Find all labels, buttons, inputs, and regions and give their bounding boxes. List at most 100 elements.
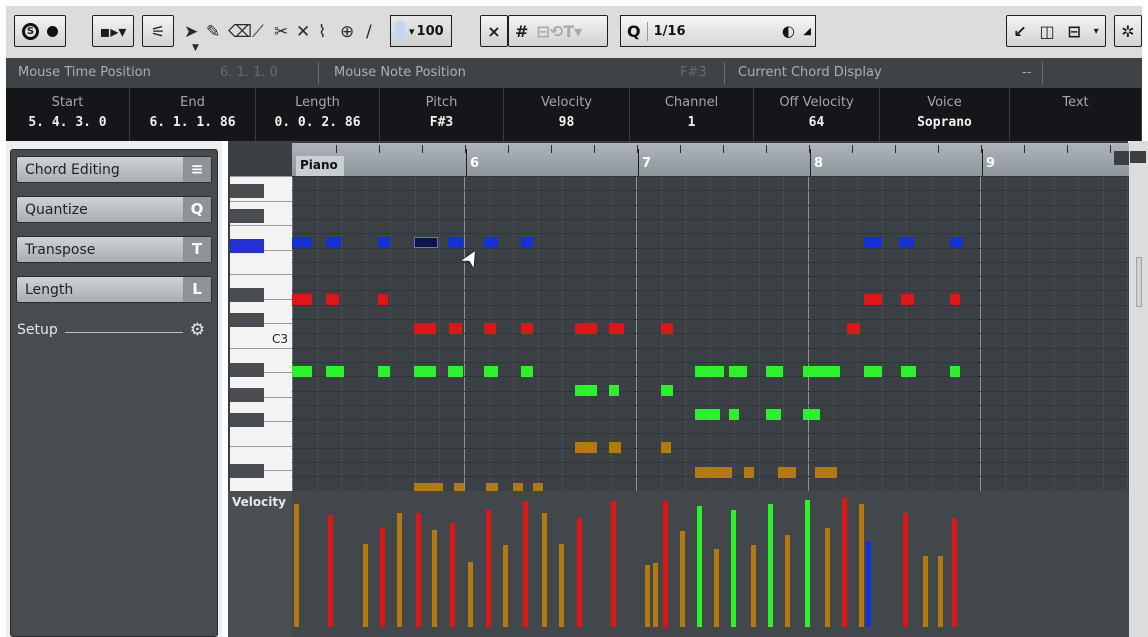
black-key[interactable] [230, 363, 264, 377]
trim-tool[interactable]: ⟋ [252, 22, 264, 42]
velocity-bar[interactable] [542, 512, 548, 627]
velocity-bar[interactable] [362, 543, 368, 627]
section-quantize[interactable]: Quantize Q [16, 196, 212, 223]
insert-velocity-field[interactable]: ▾ 100 [390, 15, 452, 47]
midi-note[interactable] [694, 466, 732, 478]
midi-note[interactable] [292, 294, 312, 306]
velocity-bar[interactable] [294, 503, 299, 627]
midi-note[interactable] [326, 294, 339, 306]
piano-keyboard[interactable]: C3 [230, 176, 293, 496]
zoom-tool[interactable]: ⊕ [340, 22, 354, 42]
velocity-bar[interactable] [922, 555, 928, 627]
midi-note[interactable] [520, 237, 533, 248]
info-column-off-velocity[interactable]: Off Velocity 64 [754, 88, 880, 141]
split-tool[interactable]: ✂ [274, 22, 288, 42]
info-column-pitch[interactable]: Pitch F#3 [380, 88, 504, 141]
ruler[interactable]: Piano 6 7 8 9 [292, 143, 1130, 176]
midi-note[interactable] [766, 366, 784, 378]
velocity-bar[interactable] [522, 500, 528, 627]
midi-note[interactable] [292, 366, 312, 378]
grid-icon[interactable]: # [515, 22, 528, 41]
velocity-bar[interactable] [866, 541, 872, 627]
white-key[interactable] [230, 200, 293, 202]
left-zone-icon[interactable]: ◫ [1040, 22, 1055, 41]
velocity-bar[interactable] [714, 549, 720, 627]
midi-note[interactable] [898, 237, 914, 248]
black-key[interactable] [230, 288, 264, 302]
velocity-bar[interactable] [679, 530, 685, 627]
midi-note[interactable] [574, 384, 597, 396]
black-key[interactable] [230, 184, 264, 198]
erase-tool[interactable]: ⌫ [228, 22, 252, 42]
midi-note[interactable] [608, 442, 622, 453]
white-key[interactable] [230, 274, 293, 275]
info-column-voice[interactable]: Voice Soprano [880, 88, 1010, 141]
quantize-snap-button[interactable]: ⨯ [480, 15, 508, 47]
velocity-bar[interactable] [805, 499, 811, 627]
black-key[interactable] [230, 388, 264, 402]
midi-note[interactable] [766, 409, 781, 421]
note-grid[interactable]: ➤ [292, 176, 1130, 494]
scroll-up-icon[interactable] [1130, 151, 1146, 163]
midi-note[interactable] [950, 294, 961, 306]
velocity-bar[interactable] [645, 564, 651, 627]
midi-note[interactable] [377, 294, 388, 306]
midi-note[interactable] [694, 366, 725, 378]
info-column-velocity[interactable]: Velocity 98 [504, 88, 630, 141]
midi-note[interactable] [292, 237, 312, 248]
midi-note[interactable] [483, 366, 499, 378]
midi-note[interactable] [729, 366, 747, 378]
lower-zone-icon[interactable]: ⊟ [1067, 22, 1080, 41]
midi-note[interactable] [608, 323, 624, 335]
midi-note[interactable] [803, 409, 821, 421]
gear-icon[interactable]: ⚙ [190, 320, 205, 340]
midi-note[interactable] [574, 323, 597, 335]
vertical-scrollbar[interactable] [1129, 141, 1148, 637]
velocity-bar[interactable] [952, 517, 958, 627]
velocity-bar[interactable] [859, 503, 865, 627]
solo-icon[interactable]: S [22, 22, 39, 40]
info-column-end[interactable]: End 6. 1. 1. 86 [130, 88, 256, 141]
midi-note[interactable] [448, 237, 463, 248]
velocity-bar[interactable] [468, 562, 474, 627]
info-value[interactable]: 0. 0. 2. 86 [256, 115, 379, 130]
midi-note[interactable] [778, 466, 796, 478]
midi-note[interactable] [326, 366, 344, 378]
midi-note[interactable] [815, 466, 838, 478]
info-value[interactable]: 98 [504, 115, 629, 130]
midi-note[interactable] [449, 323, 462, 335]
section-length[interactable]: Length L [16, 276, 212, 303]
midi-note[interactable] [901, 294, 914, 306]
midi-note[interactable] [803, 366, 840, 378]
info-value[interactable]: Soprano [880, 115, 1009, 130]
info-value[interactable]: 5. 4. 3. 0 [6, 115, 129, 130]
velocity-bar[interactable] [415, 512, 421, 627]
midi-note[interactable] [660, 323, 673, 335]
black-key[interactable] [230, 413, 264, 427]
info-column-text[interactable]: Text [1010, 88, 1142, 141]
midi-note[interactable] [520, 366, 533, 378]
velocity-bar[interactable] [431, 529, 437, 627]
velocity-bar[interactable] [785, 534, 791, 627]
info-column-channel[interactable]: Channel 1 [630, 88, 754, 141]
midi-note[interactable] [377, 237, 391, 248]
velocity-bar[interactable] [731, 510, 737, 627]
midi-note[interactable] [608, 384, 619, 396]
section-transpose[interactable]: Transpose T [16, 236, 212, 263]
iterative-quantize-icon[interactable]: ⊟⟲T▾ [536, 22, 582, 41]
midi-note[interactable] [901, 366, 917, 378]
info-value[interactable]: 1 [630, 115, 753, 130]
mute-tool[interactable]: ✕ [296, 22, 310, 42]
velocity-bar[interactable] [502, 545, 508, 627]
white-key[interactable] [230, 445, 293, 447]
midi-note[interactable] [864, 366, 882, 378]
velocity-bar[interactable] [610, 500, 616, 627]
midi-note[interactable] [660, 442, 671, 453]
line-tool[interactable]: / [366, 22, 372, 42]
midi-note[interactable] [744, 466, 755, 478]
midi-note[interactable] [694, 409, 720, 421]
quantize-dropdown-icon[interactable]: ◢ [803, 26, 811, 37]
velocity-bar[interactable] [768, 503, 774, 627]
midi-note[interactable] [483, 237, 499, 248]
quantize-preset-field[interactable]: Q 1/16 ◐ ◢ [620, 15, 816, 47]
